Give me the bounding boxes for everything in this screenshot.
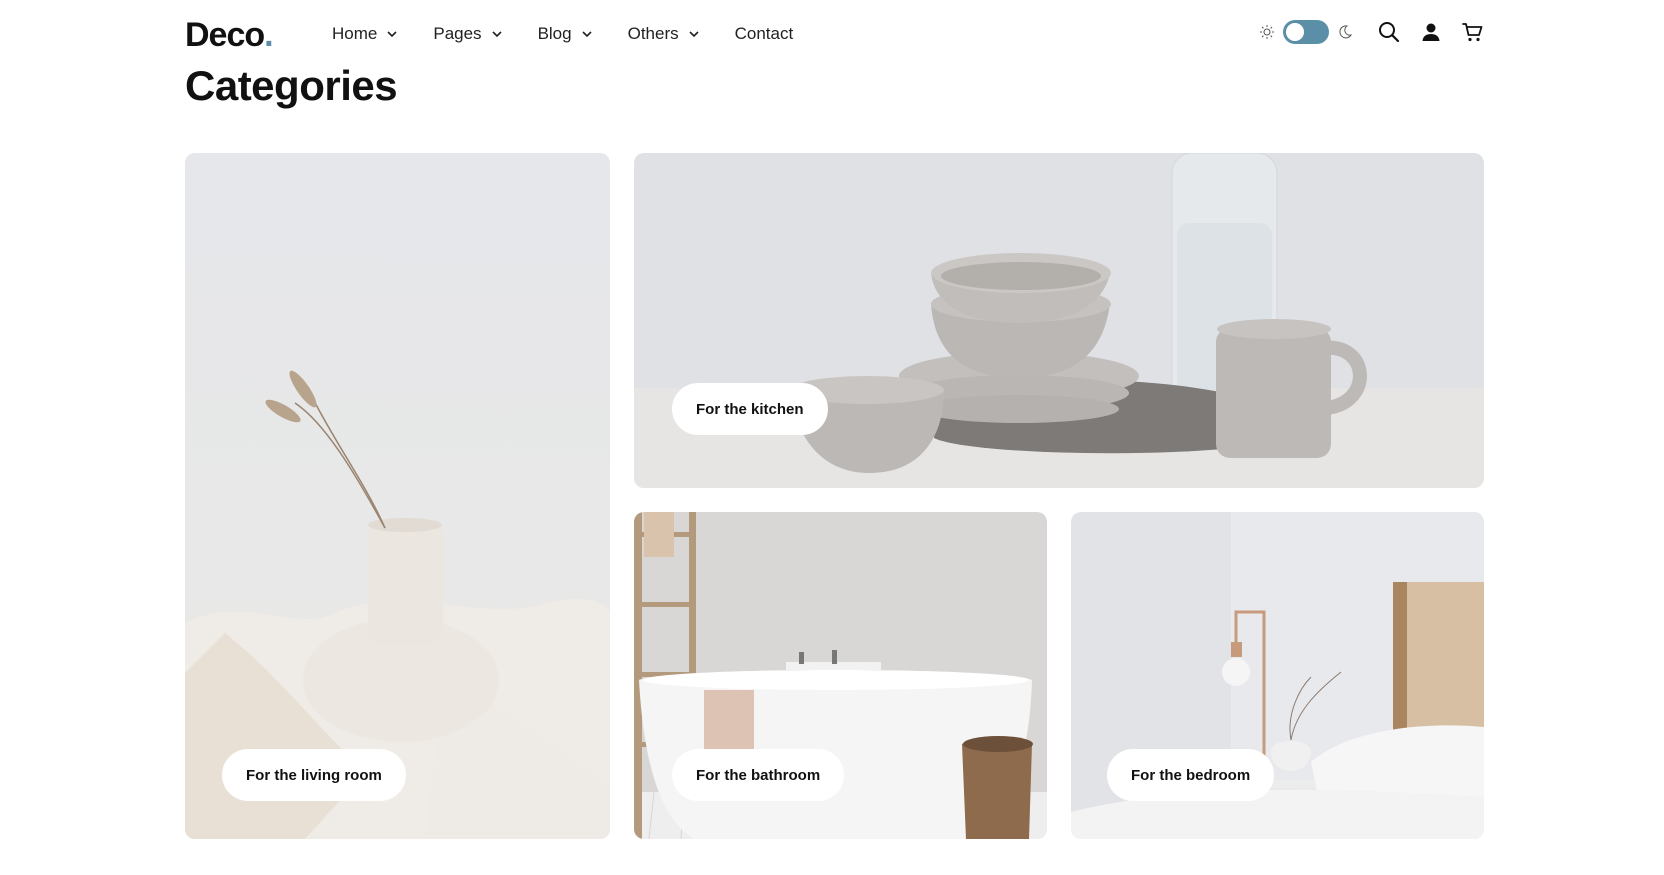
category-card-kitchen[interactable]: For the kitchen xyxy=(634,153,1484,488)
nav-item-others[interactable]: Others xyxy=(628,24,701,44)
user-icon[interactable] xyxy=(1419,20,1443,44)
page: Deco. Home Pages Blog Others Contact Cat… xyxy=(0,0,1664,875)
main-nav: Home Pages Blog Others Contact xyxy=(332,24,827,44)
cart-icon[interactable] xyxy=(1461,20,1485,44)
living-room-image xyxy=(185,153,610,839)
sun-icon xyxy=(1260,25,1274,39)
category-label[interactable]: For the bedroom xyxy=(1107,749,1275,801)
chevron-down-icon xyxy=(491,31,502,38)
category-label[interactable]: For the living room xyxy=(222,749,406,801)
site-header: Deco. Home Pages Blog Others Contact xyxy=(185,14,1485,56)
header-tools xyxy=(1259,20,1485,44)
chevron-down-icon xyxy=(387,31,397,38)
nav-item-label: Others xyxy=(627,24,679,43)
logo[interactable]: Deco. xyxy=(185,16,274,55)
page-title: Categories xyxy=(185,62,398,109)
moon-icon xyxy=(1339,25,1353,39)
chevron-down-icon xyxy=(689,31,699,38)
nav-item-label: Contact xyxy=(734,24,794,43)
logo-text: Deco xyxy=(185,16,265,54)
search-icon[interactable] xyxy=(1377,20,1401,44)
chevron-down-icon xyxy=(582,31,592,38)
nav-item-label: Blog xyxy=(537,24,572,43)
category-card-bathroom[interactable]: For the bathroom xyxy=(634,512,1047,839)
nav-item-label: Home xyxy=(332,24,378,43)
nav-item-pages[interactable]: Pages xyxy=(433,24,503,44)
toggle-knob xyxy=(1286,23,1304,41)
kitchen-image xyxy=(634,153,1484,488)
category-label[interactable]: For the bathroom xyxy=(672,749,845,801)
nav-item-contact[interactable]: Contact xyxy=(735,24,794,44)
category-card-living-room[interactable]: For the living room xyxy=(185,153,610,839)
theme-toggle[interactable] xyxy=(1283,20,1329,44)
nav-item-home[interactable]: Home xyxy=(332,24,399,44)
category-card-bedroom[interactable]: For the bedroom xyxy=(1071,512,1484,839)
category-label[interactable]: For the kitchen xyxy=(672,383,828,435)
nav-item-blog[interactable]: Blog xyxy=(538,24,594,44)
logo-dot: . xyxy=(264,16,274,54)
nav-item-label: Pages xyxy=(433,24,482,43)
